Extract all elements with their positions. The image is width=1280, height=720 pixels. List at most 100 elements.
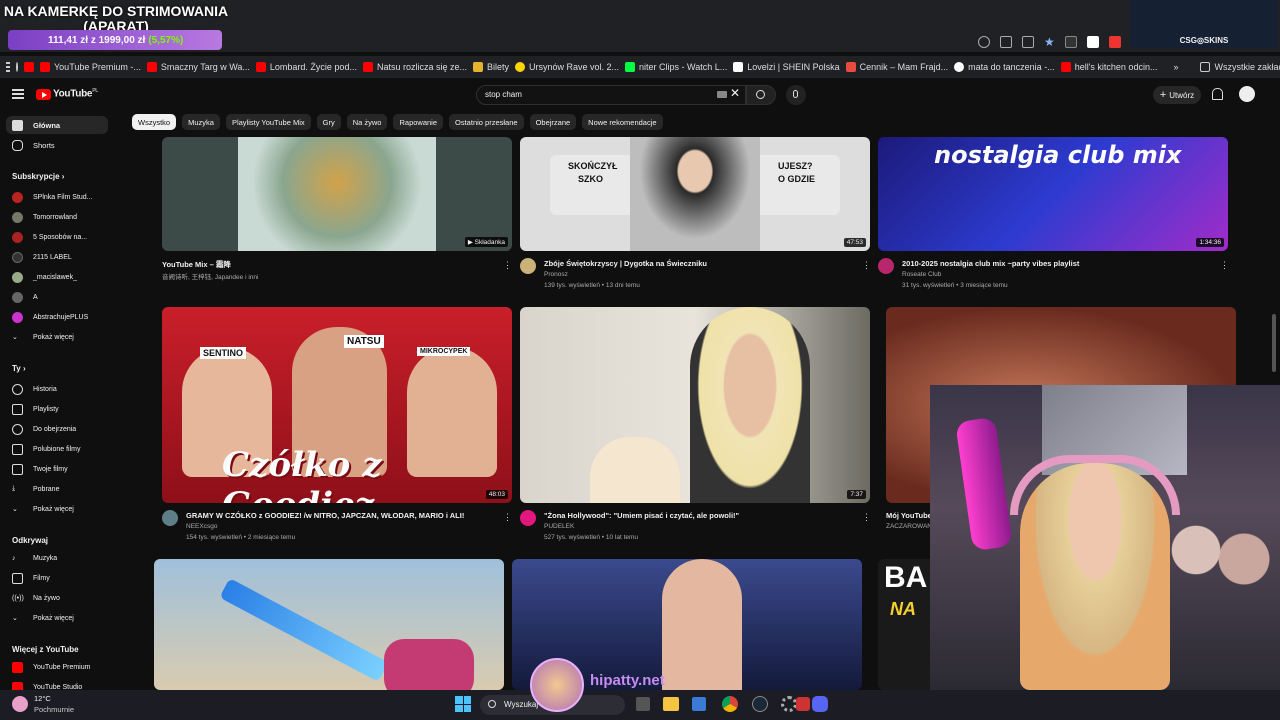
video-title[interactable]: Zbóje Świętokrzyscy | Dygotka na Świeczn… bbox=[544, 259, 707, 268]
extension-icon[interactable] bbox=[1108, 36, 1121, 48]
search-button[interactable] bbox=[746, 85, 776, 105]
sidebar-sub[interactable]: SPlnka Film Stud... bbox=[6, 188, 108, 206]
chip-mix-playlists[interactable]: Playlisty YouTube Mix bbox=[225, 114, 311, 130]
video-title[interactable]: GRAMY W CZÓŁKO z GOODIEZ! /w NITRO, JAPC… bbox=[186, 511, 464, 520]
chip-live[interactable]: Na żywo bbox=[346, 114, 388, 130]
video-thumbnail[interactable] bbox=[154, 559, 504, 690]
sidebar-sub[interactable]: AbstrachujePLUS bbox=[6, 308, 108, 326]
bookmark-item[interactable]: niter Clips - Watch L... bbox=[625, 62, 727, 72]
bookmark-item[interactable]: YouTube Premium -... bbox=[40, 62, 141, 72]
install-app-icon[interactable] bbox=[1000, 36, 1012, 48]
more-options-icon[interactable]: ⋮ bbox=[862, 512, 871, 523]
sidebar-item-live[interactable]: ((•)) Na żywo bbox=[6, 589, 108, 607]
video-channel[interactable]: 音阙诗听, 王梓钰, Japandee i inni bbox=[162, 271, 258, 281]
sidebar-sub[interactable]: _macislawek_ bbox=[6, 268, 108, 286]
settings-gear-icon[interactable] bbox=[781, 696, 797, 712]
chip-all[interactable]: Wszystko bbox=[132, 114, 177, 130]
bookmark-item[interactable]: Cennik – Mam Frajd... bbox=[845, 62, 948, 72]
sidebar-item-your-videos[interactable]: Twoje filmy bbox=[6, 460, 108, 478]
video-channel[interactable]: Roseate Club bbox=[902, 271, 941, 278]
file-explorer-icon[interactable] bbox=[663, 697, 679, 711]
menu-icon[interactable] bbox=[12, 89, 24, 99]
page-scrollbar[interactable] bbox=[1272, 314, 1276, 372]
chip-games[interactable]: Gry bbox=[316, 114, 341, 130]
weather-temperature[interactable]: 12°C bbox=[34, 694, 51, 703]
share-icon[interactable] bbox=[1022, 36, 1034, 48]
taskbar-app[interactable] bbox=[796, 697, 810, 711]
video-channel[interactable]: ZACZAROWAN bbox=[886, 523, 932, 530]
account-avatar[interactable] bbox=[1239, 86, 1255, 102]
chip-new-recommendations[interactable]: Nowe rekomendacje bbox=[582, 114, 663, 130]
bookmark-item[interactable]: Lovelzi | SHEIN Polska bbox=[733, 62, 840, 72]
clear-search-icon[interactable]: ✕ bbox=[730, 86, 740, 100]
more-options-icon[interactable]: ⋮ bbox=[503, 260, 512, 271]
sidebar-sub[interactable]: 5 Sposobów na... bbox=[6, 228, 108, 246]
chip-rap[interactable]: Rapowanie bbox=[393, 114, 444, 130]
sidebar-sub[interactable]: Tomorrowland bbox=[6, 208, 108, 226]
more-options-icon[interactable]: ⋮ bbox=[862, 260, 871, 271]
bookmark-star-icon[interactable]: ★ bbox=[1044, 36, 1055, 48]
sidebar-item-history[interactable]: Historia bbox=[6, 380, 108, 398]
video-thumbnail[interactable]: nostalgia club mix 1:34:36 bbox=[878, 137, 1228, 251]
sidebar-item-films[interactable]: Filmy bbox=[6, 569, 108, 587]
sidebar-item-home[interactable]: Główna bbox=[6, 116, 108, 134]
apps-icon[interactable] bbox=[6, 62, 10, 72]
voice-search-button[interactable] bbox=[786, 85, 806, 105]
bookmark-item[interactable] bbox=[16, 62, 18, 72]
bookmark-item[interactable]: Ursynów Rave vol. 2... bbox=[515, 62, 619, 72]
youtube-logo-text[interactable]: YouTubePL bbox=[53, 88, 98, 99]
chip-recently-uploaded[interactable]: Ostatnio przesłane bbox=[449, 114, 524, 130]
bookmark-item[interactable]: Bilety bbox=[472, 62, 509, 72]
video-title[interactable]: Mój YouTube bbox=[886, 511, 932, 520]
youtube-logo-icon[interactable] bbox=[36, 89, 51, 100]
sidebar-item-downloads[interactable]: ⤓ Pobrane bbox=[6, 480, 108, 498]
video-channel[interactable]: NEEXcsgo bbox=[186, 523, 217, 530]
video-channel[interactable]: Pronosz bbox=[544, 271, 568, 278]
bookmark-item[interactable] bbox=[24, 62, 34, 72]
sidebar-item-shorts[interactable]: Shorts bbox=[6, 136, 108, 154]
video-title[interactable]: YouTube Mix – 霜降 bbox=[162, 259, 231, 270]
chip-watched[interactable]: Obejrzane bbox=[529, 114, 577, 130]
video-thumbnail[interactable]: BA NA bbox=[878, 559, 938, 690]
video-title[interactable]: "Żona Hollywood": "Umiem pisać i czytać,… bbox=[544, 511, 739, 520]
store-icon[interactable] bbox=[692, 697, 706, 711]
bookmark-item[interactable]: Lombard. Życie pod... bbox=[255, 62, 357, 72]
sidebar-show-more[interactable]: ⌄ Pokaż więcej bbox=[6, 609, 108, 627]
steam-icon[interactable] bbox=[752, 696, 768, 712]
channel-avatar[interactable] bbox=[162, 510, 178, 526]
discord-icon[interactable] bbox=[812, 696, 828, 712]
sidebar-sub[interactable]: A bbox=[6, 288, 108, 306]
channel-avatar[interactable] bbox=[878, 258, 894, 274]
start-button[interactable] bbox=[455, 696, 471, 712]
zoom-icon[interactable] bbox=[978, 36, 990, 48]
create-button[interactable]: + Utwórz bbox=[1153, 86, 1201, 104]
channel-avatar[interactable] bbox=[520, 258, 536, 274]
video-thumbnail[interactable]: SKOŃCZYŁ SZKO UJESZ? O GDZIE 47:53 bbox=[520, 137, 870, 251]
bookmarks-overflow-icon[interactable]: » bbox=[1173, 62, 1178, 72]
taskbar-app[interactable] bbox=[636, 697, 650, 711]
sidebar-show-more[interactable]: ⌄ Pokaż więcej bbox=[6, 500, 108, 518]
sidebar-sub[interactable]: 2115 LABEL bbox=[6, 248, 108, 266]
bookmark-item[interactable]: Smaczny Targ w Wa... bbox=[146, 62, 250, 72]
more-options-icon[interactable]: ⋮ bbox=[503, 512, 512, 523]
chrome-icon[interactable] bbox=[722, 696, 738, 712]
video-thumbnail[interactable]: 7:37 bbox=[520, 307, 870, 503]
weather-description[interactable]: Pochmurnie bbox=[34, 705, 74, 714]
all-bookmarks-folder[interactable]: Wszystkie zakładki bbox=[1200, 62, 1280, 72]
video-title[interactable]: 2010-2025 nostalgia club mix ~party vibe… bbox=[902, 259, 1079, 268]
bookmark-item[interactable]: Natsu rozlicza się ze... bbox=[362, 62, 467, 72]
notifications-bell-icon[interactable] bbox=[1212, 88, 1223, 100]
sidebar-item-premium[interactable]: YouTube Premium bbox=[6, 658, 108, 676]
sidebar-item-playlists[interactable]: Playlisty bbox=[6, 400, 108, 418]
subscriptions-heading[interactable]: Subskrypcje › bbox=[12, 172, 64, 181]
channel-avatar[interactable] bbox=[520, 510, 536, 526]
bookmark-item[interactable]: hell's kitchen odcin... bbox=[1060, 62, 1157, 72]
bookmark-item[interactable]: mata do tanczenia -... bbox=[954, 62, 1055, 72]
chip-music[interactable]: Muzyka bbox=[182, 114, 220, 130]
more-options-icon[interactable]: ⋮ bbox=[1220, 260, 1229, 271]
extension-icon[interactable] bbox=[1086, 36, 1099, 48]
search-input[interactable]: stop cham bbox=[476, 85, 746, 105]
video-thumbnail[interactable]: ▶ Składanka bbox=[162, 137, 512, 251]
sidebar-item-liked[interactable]: Polubione filmy bbox=[6, 440, 108, 458]
video-thumbnail[interactable]: SENTINO NATSU MIKROCYPEK Czółko z Goodie… bbox=[162, 307, 512, 503]
